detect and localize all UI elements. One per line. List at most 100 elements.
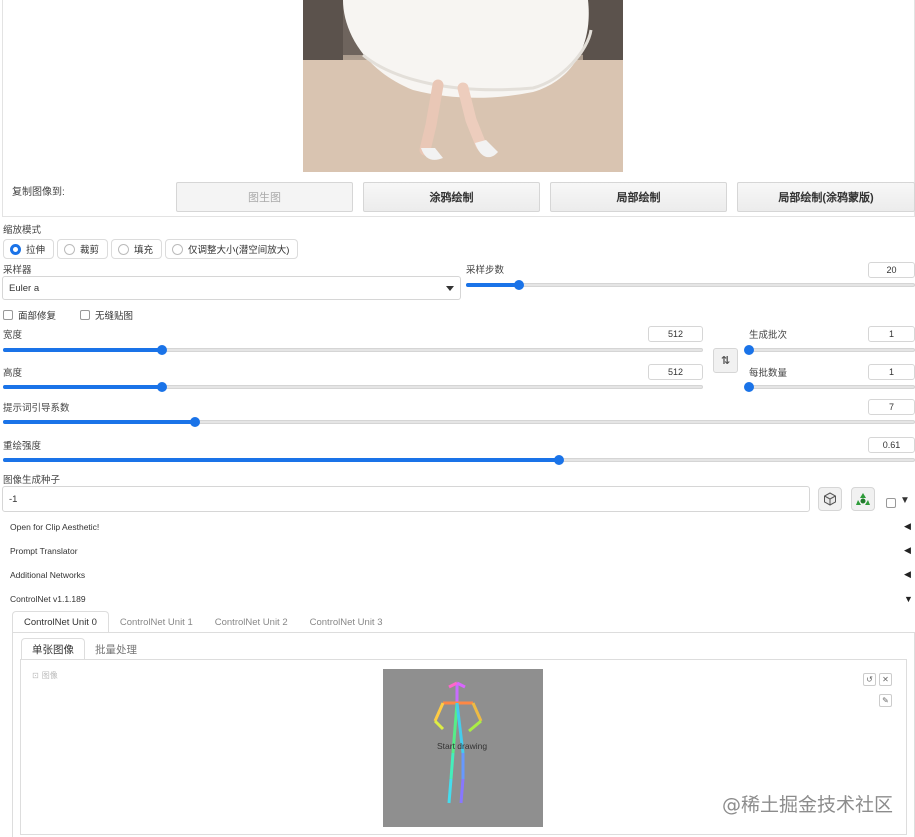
slider-thumb[interactable] bbox=[156, 382, 167, 392]
watermark: @稀土掘金技术社区 bbox=[721, 794, 893, 816]
slider-thumb[interactable] bbox=[156, 345, 167, 355]
width-slider[interactable] bbox=[3, 344, 703, 356]
slider-thumb[interactable] bbox=[554, 455, 565, 465]
accordion-prompt-translator[interactable]: Prompt Translator bbox=[10, 546, 78, 556]
chevron-down-icon bbox=[446, 285, 454, 291]
tab-controlnet-unit-3[interactable]: ControlNet Unit 3 bbox=[299, 611, 394, 633]
close-icon[interactable]: ✕ bbox=[879, 673, 892, 686]
batch-count-label: 生成批次 bbox=[749, 330, 788, 341]
image-label-text: 图像 bbox=[41, 671, 58, 680]
slider-thumb[interactable] bbox=[744, 382, 754, 392]
height-label: 高度 bbox=[3, 368, 23, 379]
width-input[interactable]: 512 bbox=[648, 326, 703, 342]
height-input[interactable]: 512 bbox=[648, 364, 703, 380]
sampler-select[interactable]: Euler a bbox=[2, 276, 461, 300]
resize-mode-fill-label: 填充 bbox=[134, 245, 154, 256]
resize-mode-latent-label: 仅调整大小(潜空间放大) bbox=[188, 245, 290, 256]
random-seed-button[interactable] bbox=[818, 487, 842, 511]
slider-fill bbox=[3, 420, 195, 424]
batch-size-slider[interactable] bbox=[744, 381, 915, 393]
send-to-img2img-button[interactable]: 图生图 bbox=[176, 182, 353, 212]
start-drawing-text: Start drawing bbox=[437, 741, 488, 751]
tab-controlnet-unit-2[interactable]: ControlNet Unit 2 bbox=[204, 611, 299, 633]
slider-fill bbox=[3, 385, 162, 389]
generated-image[interactable] bbox=[303, 0, 623, 172]
height-slider[interactable] bbox=[3, 381, 703, 393]
resize-mode-stretch[interactable]: 拉伸 bbox=[3, 239, 55, 259]
tab-single-image[interactable]: 单张图像 bbox=[21, 638, 85, 660]
seed-label: 图像生成种子 bbox=[3, 475, 61, 486]
slider-thumb[interactable] bbox=[513, 280, 524, 290]
steps-label: 采样步数 bbox=[466, 265, 505, 276]
denoise-label: 重绘强度 bbox=[3, 441, 42, 452]
restore-faces-label: 面部修复 bbox=[18, 311, 57, 322]
width-label: 宽度 bbox=[3, 330, 23, 341]
recycle-icon bbox=[856, 493, 870, 505]
tab-controlnet-unit-1[interactable]: ControlNet Unit 1 bbox=[109, 611, 204, 633]
radio-dot-icon bbox=[172, 243, 184, 255]
denoise-slider[interactable] bbox=[3, 454, 915, 466]
batch-size-label: 每批数量 bbox=[749, 368, 788, 379]
controlnet-input-subtabs: 单张图像 批量处理 bbox=[21, 638, 147, 660]
pose-canvas[interactable]: Start drawing bbox=[383, 669, 543, 827]
radio-dot-icon bbox=[10, 243, 21, 255]
checkbox-box[interactable] bbox=[80, 310, 90, 320]
copy-image-to-label: 复制图像到: bbox=[12, 187, 65, 198]
resize-mode-latent-upscale[interactable]: 仅调整大小(潜空间放大) bbox=[165, 239, 299, 259]
accordion-additional-networks[interactable]: Additional Networks bbox=[10, 570, 85, 580]
dice-icon bbox=[824, 492, 836, 506]
tiling-checkbox[interactable]: 无缝贴图 bbox=[80, 308, 133, 322]
cfg-scale-slider[interactable] bbox=[3, 416, 915, 428]
cfg-scale-input[interactable]: 7 bbox=[868, 399, 915, 415]
slider-fill bbox=[466, 283, 519, 287]
resize-mode-fill[interactable]: 填充 bbox=[111, 239, 163, 259]
slider-track bbox=[466, 283, 915, 287]
resize-mode-crop-label: 裁剪 bbox=[80, 245, 100, 256]
seed-extra-toggle-icon[interactable]: ▼ bbox=[900, 495, 910, 506]
image-label: ⊡ 图像 bbox=[32, 670, 58, 681]
batch-count-slider[interactable] bbox=[744, 344, 915, 356]
tiling-label: 无缝贴图 bbox=[95, 311, 134, 322]
slider-fill bbox=[3, 348, 162, 352]
slider-thumb[interactable] bbox=[189, 417, 200, 427]
accordion-arrow-icon[interactable]: ◀ bbox=[904, 521, 911, 532]
sampler-value: Euler a bbox=[9, 282, 40, 294]
image-icon: ⊡ bbox=[32, 671, 39, 680]
resize-mode-radio-group: 拉伸 裁剪 填充 仅调整大小(潜空间放大) bbox=[3, 239, 299, 259]
seed-extra-checkbox[interactable] bbox=[886, 498, 896, 508]
tab-batch[interactable]: 批量处理 bbox=[85, 638, 147, 660]
accordion-arrow-icon[interactable]: ◀ bbox=[904, 569, 911, 580]
radio-dot-icon bbox=[118, 243, 130, 255]
slider-fill bbox=[3, 458, 560, 462]
undo-icon[interactable]: ↺ bbox=[863, 673, 876, 686]
cfg-scale-label: 提示词引导系数 bbox=[3, 403, 70, 414]
resize-mode-crop[interactable]: 裁剪 bbox=[57, 239, 109, 259]
send-to-sketch-button[interactable]: 涂鸦绘制 bbox=[363, 182, 540, 212]
denoise-input[interactable]: 0.61 bbox=[868, 437, 915, 453]
resize-mode-label: 缩放模式 bbox=[3, 225, 42, 236]
send-to-inpaint-button[interactable]: 局部绘制 bbox=[550, 182, 727, 212]
seed-input[interactable]: -1 bbox=[2, 486, 810, 512]
tab-controlnet-unit-0[interactable]: ControlNet Unit 0 bbox=[12, 611, 109, 633]
steps-slider[interactable] bbox=[466, 279, 915, 291]
steps-input[interactable]: 20 bbox=[868, 262, 915, 278]
swap-dimensions-button[interactable]: ⇅ bbox=[713, 348, 738, 373]
brush-icon[interactable]: ✎ bbox=[879, 694, 892, 707]
batch-size-input[interactable]: 1 bbox=[868, 364, 915, 380]
accordion-controlnet[interactable]: ControlNet v1.1.189 bbox=[10, 594, 86, 604]
generated-image-drawing bbox=[303, 0, 623, 172]
sampler-label: 采样器 bbox=[3, 265, 32, 276]
accordion-clip-aesthetic[interactable]: Open for Clip Aesthetic! bbox=[10, 522, 99, 532]
controlnet-unit-tabs: ControlNet Unit 0 ControlNet Unit 1 Cont… bbox=[12, 611, 394, 633]
checkbox-box[interactable] bbox=[3, 310, 13, 320]
slider-track bbox=[749, 348, 915, 352]
send-to-inpaint-sketch-button[interactable]: 局部绘制(涂鸦蒙版) bbox=[737, 182, 915, 212]
batch-count-input[interactable]: 1 bbox=[868, 326, 915, 342]
resize-mode-stretch-label: 拉伸 bbox=[26, 245, 46, 256]
reuse-seed-button[interactable] bbox=[851, 487, 875, 511]
slider-thumb[interactable] bbox=[744, 345, 754, 355]
accordion-arrow-icon[interactable]: ▼ bbox=[904, 594, 913, 604]
radio-dot-icon bbox=[64, 243, 76, 255]
restore-faces-checkbox[interactable]: 面部修复 bbox=[3, 308, 56, 322]
accordion-arrow-icon[interactable]: ◀ bbox=[904, 545, 911, 556]
